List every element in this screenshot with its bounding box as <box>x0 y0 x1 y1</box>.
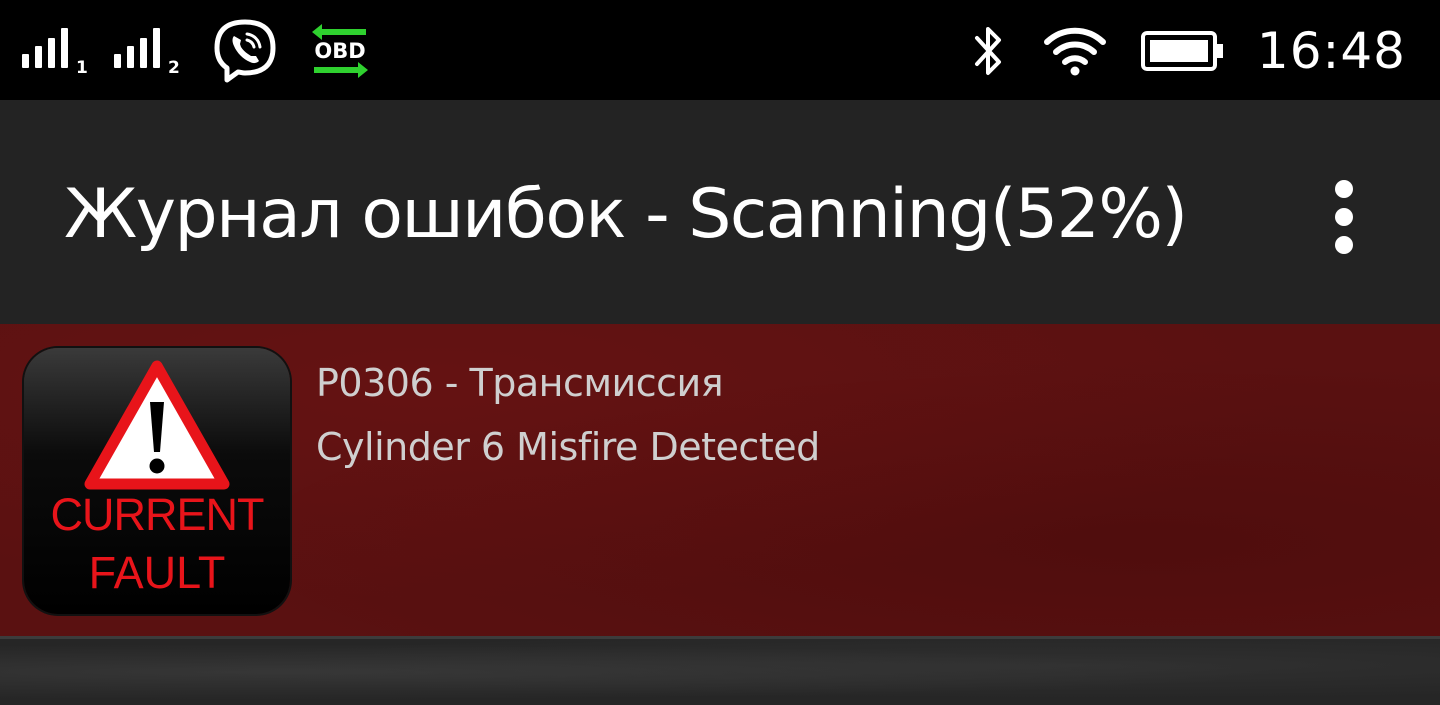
signal-icon: 2 <box>114 26 180 78</box>
status-bar: 1 2 OBD 16:48 <box>0 0 1440 100</box>
viber-icon <box>214 19 276 83</box>
more-vertical-icon <box>1335 236 1353 254</box>
fault-icon-line1: CURRENT <box>50 489 265 540</box>
status-left: 1 2 OBD <box>22 16 372 86</box>
signal-icon: 1 <box>22 26 88 78</box>
status-clock: 16:48 <box>1256 22 1406 80</box>
current-fault-icon: CURRENT FAULT <box>24 348 290 614</box>
app-bar: Журнал ошибок - Scanning(52%) <box>0 100 1440 324</box>
fault-code: P0306 - Трансмиссия <box>316 361 724 405</box>
sim2-label: 2 <box>168 58 180 78</box>
list-background <box>0 639 1440 705</box>
bluetooth-icon <box>974 27 1001 75</box>
more-vertical-icon <box>1335 208 1353 226</box>
page-title: Журнал ошибок - Scanning(52%) <box>64 175 1188 254</box>
battery-icon <box>1140 31 1223 71</box>
status-right: 16:48 <box>971 16 1406 86</box>
fault-description: Cylinder 6 Misfire Detected <box>316 425 820 469</box>
screen: 1 2 OBD 16:48 Журнал ошибок - Scanning(5… <box>0 0 1440 705</box>
obd-label: OBD <box>314 39 366 63</box>
more-options-button[interactable] <box>1314 172 1374 262</box>
wifi-icon <box>1043 27 1106 76</box>
warning-triangle-icon <box>84 360 230 490</box>
obd-icon: OBD <box>308 18 372 84</box>
fault-icon-line2: FAULT <box>88 547 226 598</box>
sim1-label: 1 <box>76 58 88 78</box>
more-vertical-icon <box>1335 180 1353 198</box>
